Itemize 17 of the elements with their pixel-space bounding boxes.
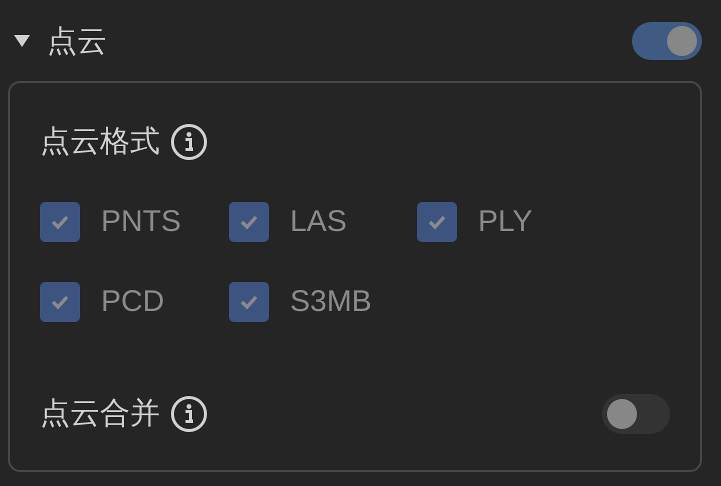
toggle-switch[interactable] (632, 22, 702, 60)
section-title: 点云 (47, 22, 107, 60)
checkbox[interactable] (229, 202, 269, 242)
checkbox-label: LAS (290, 205, 347, 239)
field-label: 点云合并 (40, 395, 160, 433)
toggle-switch[interactable] (602, 394, 670, 434)
checkbox-label: S3MB (290, 285, 372, 319)
checkbox-label: PLY (478, 205, 532, 239)
checkbox[interactable] (229, 282, 269, 322)
checkbox-label: PCD (101, 285, 164, 319)
field-label: 点云格式 (40, 123, 160, 161)
checkbox[interactable] (40, 282, 80, 322)
info-icon[interactable] (170, 122, 208, 160)
info-icon[interactable] (170, 394, 208, 432)
checkbox-label: PNTS (101, 205, 182, 239)
checkbox[interactable] (40, 202, 80, 242)
checkbox[interactable] (417, 202, 457, 242)
